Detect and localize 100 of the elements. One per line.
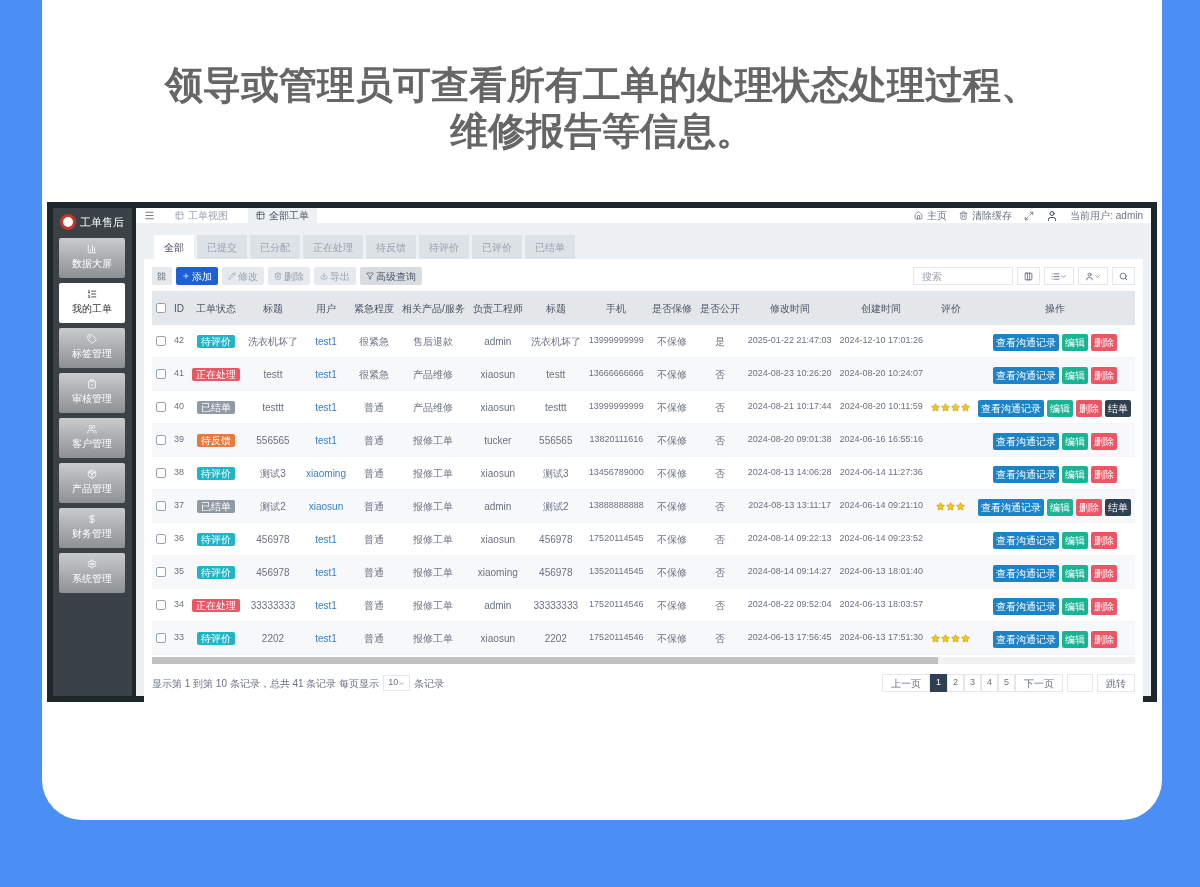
user-link[interactable]: test1 xyxy=(315,632,337,644)
user-name[interactable]: 当前用户: admin xyxy=(1070,208,1143,223)
page-size-select[interactable]: 10 xyxy=(383,675,411,691)
status-tab[interactable]: 已评价 xyxy=(471,235,522,259)
action-button[interactable]: 查看沟通记录 xyxy=(992,367,1059,384)
checkbox[interactable] xyxy=(155,303,166,313)
checkbox[interactable] xyxy=(155,435,166,445)
user-link[interactable]: test1 xyxy=(315,368,337,380)
action-button[interactable]: 编辑 xyxy=(1061,334,1088,351)
status-tab[interactable]: 全部 xyxy=(153,235,194,259)
action-button[interactable]: 查看沟通记录 xyxy=(992,433,1059,450)
checkbox[interactable] xyxy=(155,369,166,379)
action-button[interactable]: 编辑 xyxy=(1061,631,1088,648)
top-link[interactable]: 清除缓存 xyxy=(959,208,1013,223)
action-button[interactable]: 删除 xyxy=(1090,466,1117,483)
page-button[interactable]: 5 xyxy=(998,674,1015,692)
table-cell: testt xyxy=(243,357,302,391)
status-tab[interactable]: 待反馈 xyxy=(365,235,416,259)
checkbox[interactable] xyxy=(155,567,166,577)
status-tab[interactable]: 待评价 xyxy=(418,235,469,259)
action-button[interactable]: 查看沟通记录 xyxy=(978,400,1044,417)
checkbox[interactable] xyxy=(155,336,166,346)
sidebar-item[interactable]: 标签管理 xyxy=(59,327,126,368)
user-link[interactable]: test1 xyxy=(315,566,337,578)
action-button[interactable]: 编辑 xyxy=(1061,565,1088,582)
toolbar-button[interactable]: 修改 xyxy=(221,267,264,285)
user-link[interactable]: test1 xyxy=(315,533,337,545)
table-icon xyxy=(255,211,265,220)
action-button[interactable]: 查看沟通记录 xyxy=(978,499,1044,516)
page-tab[interactable]: 全部工单 xyxy=(247,208,317,223)
toolbar-button[interactable]: 删除 xyxy=(267,267,310,285)
action-button[interactable]: 删除 xyxy=(1090,598,1117,615)
table-cell: 洗衣机坏了 xyxy=(243,325,302,358)
prev-page-button[interactable]: 上一页 xyxy=(882,674,930,692)
next-page-button[interactable]: 下一页 xyxy=(1015,674,1063,692)
action-button[interactable]: 查看沟通记录 xyxy=(992,631,1059,648)
page-button[interactable]: 3 xyxy=(964,674,981,692)
action-button[interactable]: 编辑 xyxy=(1047,400,1073,417)
user-link[interactable]: test1 xyxy=(315,335,337,347)
action-button[interactable]: 删除 xyxy=(1090,367,1117,384)
sidebar-item[interactable]: 产品管理 xyxy=(59,462,126,503)
action-button[interactable]: 删除 xyxy=(1090,433,1117,450)
action-button[interactable]: 编辑 xyxy=(1061,466,1088,483)
grid-button[interactable] xyxy=(151,267,172,285)
checkbox[interactable] xyxy=(155,534,166,544)
horizontal-scrollbar[interactable] xyxy=(151,657,1135,664)
action-button[interactable]: 编辑 xyxy=(1061,433,1088,450)
list-button[interactable] xyxy=(1044,267,1074,285)
page-tab[interactable]: 工单视图 xyxy=(166,208,236,223)
status-tab[interactable]: 已提交 xyxy=(196,235,247,259)
action-button[interactable]: 删除 xyxy=(1090,565,1117,582)
jump-button[interactable]: 跳转 xyxy=(1097,674,1135,692)
sidebar-item[interactable]: 系统管理 xyxy=(59,552,126,593)
action-button[interactable]: 删除 xyxy=(1090,532,1117,549)
toolbar-button[interactable]: 导出 xyxy=(313,267,356,285)
user-link[interactable]: test1 xyxy=(315,599,337,611)
headline: 领导或管理员可查看所有工单的处理状态处理过程、维修报告等信息。 xyxy=(163,63,1040,154)
action-button[interactable]: 删除 xyxy=(1090,631,1117,648)
user-link[interactable]: xiaoming xyxy=(305,467,346,479)
action-button[interactable]: 查看沟通记录 xyxy=(992,598,1059,615)
page-button[interactable]: 4 xyxy=(981,674,998,692)
action-button[interactable]: 编辑 xyxy=(1061,367,1088,384)
search-field[interactable]: 搜索 xyxy=(913,267,1013,285)
checkbox[interactable] xyxy=(155,501,166,511)
sidebar-item[interactable]: 数据大屏 xyxy=(59,237,126,278)
action-button[interactable]: 查看沟通记录 xyxy=(992,334,1059,351)
action-button[interactable]: 编辑 xyxy=(1061,532,1088,549)
user-link[interactable]: test1 xyxy=(315,401,337,413)
page-button[interactable]: 1 xyxy=(930,674,947,692)
table-cell: 不保修 xyxy=(647,390,696,424)
action-button[interactable]: 结单 xyxy=(1105,400,1131,417)
action-button[interactable]: 删除 xyxy=(1076,400,1102,417)
top-link[interactable]: 主页 xyxy=(914,208,948,223)
search-button[interactable] xyxy=(1112,267,1135,285)
action-button[interactable]: 编辑 xyxy=(1047,499,1073,516)
page-input[interactable] xyxy=(1067,674,1093,692)
sidebar-item[interactable]: 审核管理 xyxy=(59,372,126,413)
checkbox[interactable] xyxy=(155,633,166,643)
toolbar-button[interactable]: 添加 xyxy=(175,267,218,285)
action-button[interactable]: 查看沟通记录 xyxy=(992,565,1059,582)
table-cell: 不保修 xyxy=(647,456,696,490)
table-cell: testtt xyxy=(243,390,302,424)
checkbox[interactable] xyxy=(155,600,166,610)
columns-button[interactable] xyxy=(1017,267,1040,285)
user-link[interactable]: test1 xyxy=(315,434,337,446)
action-button[interactable]: 查看沟通记录 xyxy=(992,466,1059,483)
checkbox[interactable] xyxy=(155,402,166,412)
action-button[interactable]: 结单 xyxy=(1105,499,1131,516)
action-button[interactable]: 删除 xyxy=(1076,499,1102,516)
action-button[interactable]: 编辑 xyxy=(1061,598,1088,615)
sidebar-item[interactable]: 财务管理 xyxy=(59,507,126,548)
toolbar-button[interactable]: 高级查询 xyxy=(359,267,422,285)
checkbox[interactable] xyxy=(155,468,166,478)
user-link[interactable]: xiaosun xyxy=(308,500,344,512)
action-button[interactable]: 查看沟通记录 xyxy=(992,532,1059,549)
fullscreen-icon[interactable] xyxy=(1024,210,1035,221)
action-button[interactable]: 删除 xyxy=(1090,334,1117,351)
sidebar-item[interactable]: 客户管理 xyxy=(59,417,126,458)
page-button[interactable]: 2 xyxy=(947,674,964,692)
sidebar-item[interactable]: 我的工单 xyxy=(59,282,126,323)
